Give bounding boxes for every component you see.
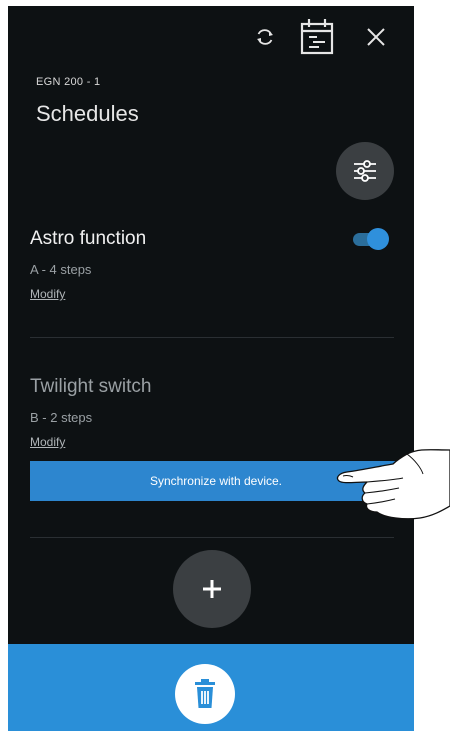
delete-button[interactable] bbox=[175, 664, 235, 724]
schedule-name: Astro function bbox=[30, 228, 147, 249]
calendar-icon[interactable] bbox=[298, 16, 336, 56]
modify-link[interactable]: Modify bbox=[30, 435, 65, 449]
schedule-item: Astro function A - 4 steps Modify bbox=[30, 228, 394, 303]
sliders-icon bbox=[354, 160, 376, 182]
device-label: EGN 200 - 1 bbox=[36, 76, 101, 88]
toggle-knob bbox=[367, 228, 389, 250]
add-schedule-button[interactable] bbox=[173, 550, 251, 628]
page-title: Schedules bbox=[36, 101, 139, 126]
schedule-steps: B - 2 steps bbox=[30, 410, 93, 425]
top-toolbar bbox=[8, 6, 414, 66]
refresh-icon[interactable] bbox=[252, 24, 278, 50]
divider bbox=[30, 337, 394, 338]
app-screen: EGN 200 - 1 Schedules Astro function A -… bbox=[8, 6, 414, 731]
schedule-name: Twilight switch bbox=[30, 376, 152, 397]
plus-icon bbox=[203, 580, 221, 598]
divider bbox=[30, 537, 394, 538]
trash-icon bbox=[195, 679, 215, 708]
modify-link[interactable]: Modify bbox=[30, 287, 65, 301]
close-icon[interactable] bbox=[363, 24, 389, 50]
schedule-steps: A - 4 steps bbox=[30, 262, 92, 277]
filter-button[interactable] bbox=[336, 142, 394, 200]
schedule-toggle[interactable] bbox=[353, 228, 389, 250]
pointing-hand-icon bbox=[336, 449, 450, 520]
